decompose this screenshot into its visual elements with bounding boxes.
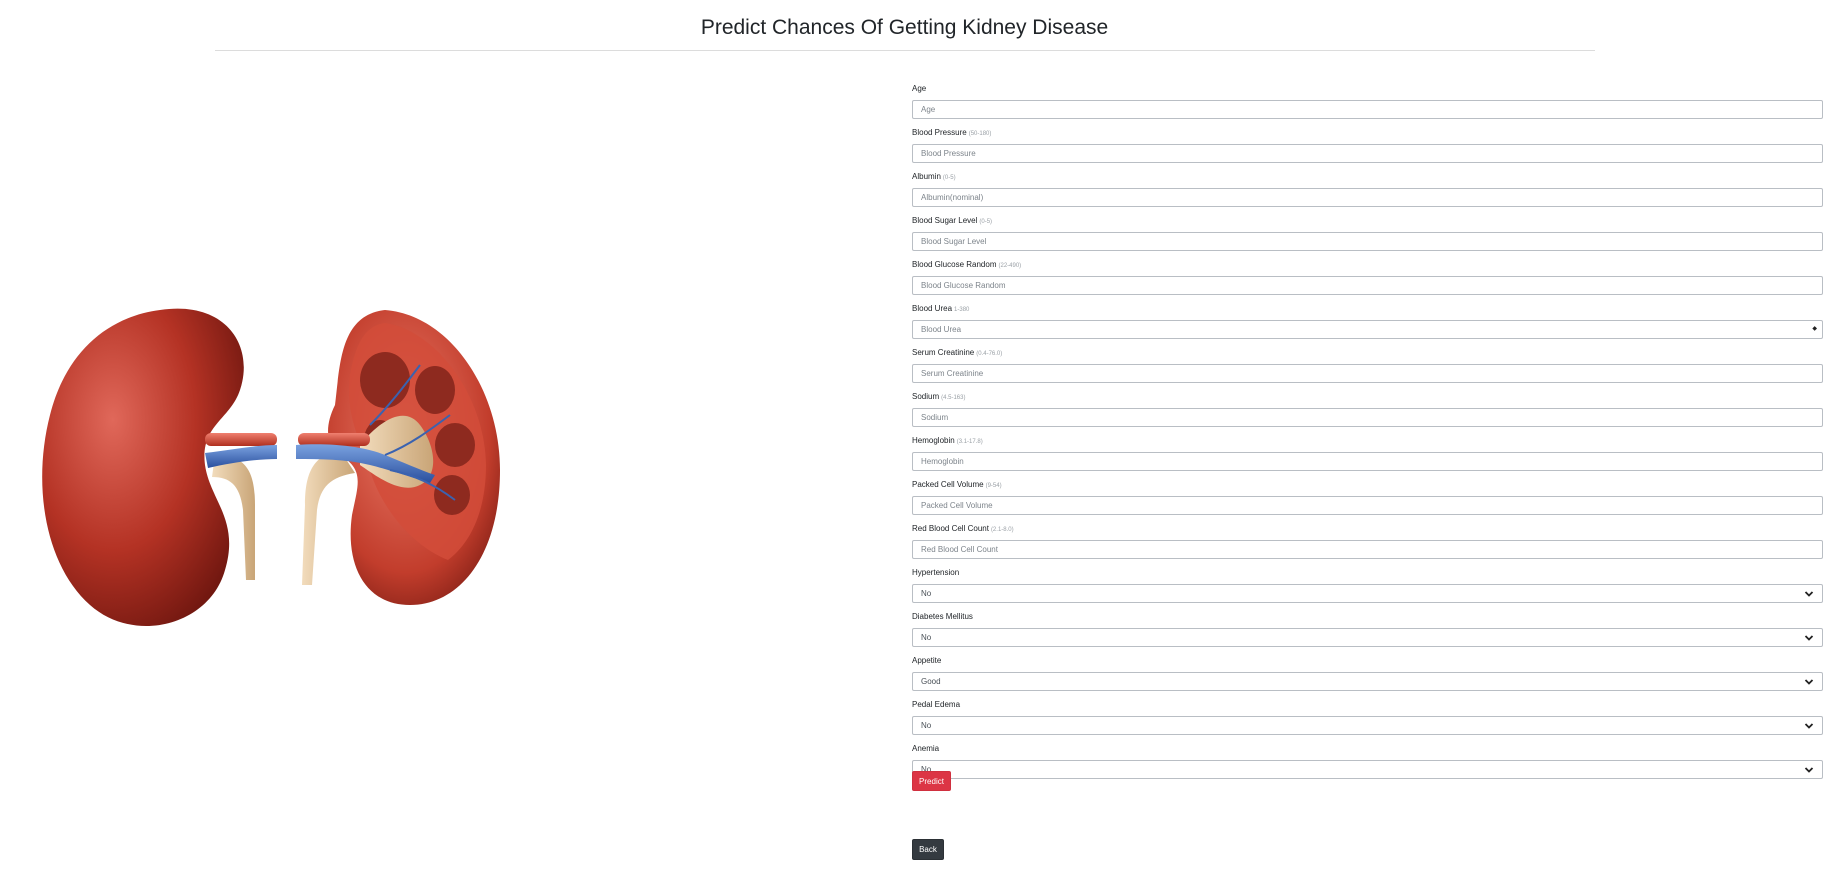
appetite-select[interactable]: Good (912, 672, 1823, 691)
anemia-field: Anemia No (912, 743, 1823, 786)
range-hint: (0-5) (979, 219, 993, 225)
chevron-down-icon (1804, 590, 1814, 597)
page-title: Predict Chances Of Getting Kidney Diseas… (700, 16, 1109, 39)
label-text: Hemoglobin (912, 436, 955, 445)
selected-value: Good (921, 677, 941, 686)
diabetes-mellitus-field: Diabetes Mellitus No (912, 611, 1823, 654)
range-hint: (50-180) (968, 131, 992, 137)
hemoglobin-input[interactable] (912, 452, 1823, 471)
chevron-down-icon (1804, 766, 1814, 773)
hypertension-field: Hypertension No (912, 567, 1823, 610)
left-kidney (42, 308, 277, 627)
right-kidney (296, 310, 500, 605)
label-text: Red Blood Cell Count (912, 524, 989, 533)
range-hint: (3.1-17.8) (956, 439, 983, 445)
kidney-illustration (42, 308, 500, 627)
field-label: Blood Sugar Level (0-5) (912, 215, 1823, 227)
label-text: Packed Cell Volume (912, 480, 984, 489)
red-blood-cell-count-input[interactable] (912, 540, 1823, 559)
serum-creatinine-input[interactable] (912, 364, 1823, 383)
age-input[interactable] (912, 100, 1823, 119)
range-hint: (0-5) (942, 175, 956, 181)
range-hint: (9-54) (985, 483, 1002, 489)
field-label: Blood Urea 1-380 (912, 303, 1823, 315)
range-hint: (2.1-8.0) (990, 527, 1014, 533)
blood-urea-input[interactable] (912, 320, 1823, 339)
albumin-input[interactable] (912, 188, 1823, 207)
field-label: Red Blood Cell Count (2.1-8.0) (912, 523, 1823, 535)
field-label: Sodium (4.5-163) (912, 391, 1823, 403)
field-label: Diabetes Mellitus (912, 612, 973, 621)
back-button[interactable]: Back (912, 839, 944, 860)
field-label: Anemia (912, 744, 940, 753)
packed-cell-volume-input[interactable] (912, 496, 1823, 515)
diabetes-mellitus-select[interactable]: No (912, 628, 1823, 647)
field-label: Age (912, 83, 1823, 95)
label-text: Blood Glucose Random (912, 260, 997, 269)
appetite-field: Appetite Good (912, 655, 1823, 698)
label-text: Age (912, 84, 927, 93)
field-label: Serum Creatinine (0.4-76.0) (912, 347, 1823, 359)
blood-glucose-random-input[interactable] (912, 276, 1823, 295)
range-hint: 1-380 (954, 307, 970, 313)
field-label: Packed Cell Volume (9-54) (912, 479, 1823, 491)
sodium-input[interactable] (912, 408, 1823, 427)
selected-value: No (921, 721, 932, 730)
spin-icon[interactable]: ◆ (1812, 325, 1817, 332)
chevron-down-icon (1804, 678, 1814, 685)
field-label: Pedal Edema (912, 700, 961, 709)
field-label: Albumin (0-5) (912, 171, 1823, 183)
blood-glucose-random-field: Blood Glucose Random (22-490) (912, 259, 1823, 302)
serum-creatinine-field: Serum Creatinine (0.4-76.0) (912, 347, 1823, 390)
hemoglobin-field: Hemoglobin (3.1-17.8) (912, 435, 1823, 478)
label-text: Sodium (912, 392, 940, 401)
field-label: Appetite (912, 656, 942, 665)
range-hint: (22-490) (998, 263, 1022, 269)
field-label: Hemoglobin (3.1-17.8) (912, 435, 1823, 447)
field-label: Blood Glucose Random (22-490) (912, 259, 1823, 271)
anemia-select[interactable]: No (912, 760, 1823, 779)
age-field: Age (912, 83, 1823, 126)
selected-value: No (921, 589, 932, 598)
chevron-down-icon (1804, 634, 1814, 641)
hypertension-select[interactable]: No (912, 584, 1823, 603)
blood-pressure-field: Blood Pressure (50-180) (912, 127, 1823, 170)
predict-button[interactable]: Predict (912, 771, 951, 791)
red-blood-cell-count-field: Red Blood Cell Count (2.1-8.0) (912, 523, 1823, 566)
blood-pressure-input[interactable] (912, 144, 1823, 163)
chevron-down-icon (1804, 722, 1814, 729)
title-divider (215, 50, 1595, 51)
field-label: Blood Pressure (50-180) (912, 127, 1823, 139)
range-hint: (4.5-163) (941, 395, 966, 401)
label-text: Serum Creatinine (912, 348, 975, 357)
packed-cell-volume-field: Packed Cell Volume (9-54) (912, 479, 1823, 522)
label-text: Blood Urea (912, 304, 953, 313)
albumin-field: Albumin (0-5) (912, 171, 1823, 214)
field-label: Hypertension (912, 568, 960, 577)
selected-value: No (921, 633, 932, 642)
pedal-edema-field: Pedal Edema No (912, 699, 1823, 742)
pedal-edema-select[interactable]: No (912, 716, 1823, 735)
blood-sugar-level-input[interactable] (912, 232, 1823, 251)
label-text: Blood Pressure (912, 128, 967, 137)
sodium-field: Sodium (4.5-163) (912, 391, 1823, 434)
label-text: Albumin (912, 172, 941, 181)
blood-urea-field: Blood Urea1-380 ◆ (912, 303, 1823, 346)
range-hint: (0.4-76.0) (976, 351, 1003, 357)
label-text: Blood Sugar Level (912, 216, 978, 225)
prediction-form: Age Blood Pressure(50-180) Albumin(0-5) … (912, 82, 1823, 786)
blood-sugar-level-field: Blood Sugar Level (0-5) (912, 215, 1823, 258)
